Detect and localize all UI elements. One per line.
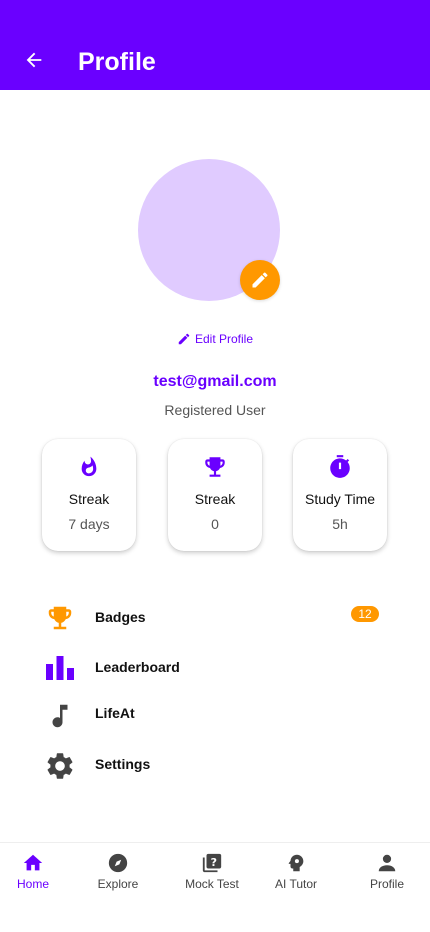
menu-label: Badges [95,609,146,625]
nav-item-home[interactable]: Home [0,843,76,903]
menu-label: Settings [95,756,151,772]
avatar-edit-button[interactable] [240,260,280,300]
nav-item-explore[interactable]: Explore [75,843,161,903]
nav-item-mock-test[interactable]: ? Mock Test [169,843,255,903]
nav-item-ai-tutor[interactable]: AI Tutor [253,843,339,903]
gear-icon [47,753,73,779]
nav-item-profile[interactable]: Profile [344,843,430,903]
nav-label: Mock Test [185,877,239,891]
nav-label: Profile [369,877,404,891]
menu-item-badges[interactable]: Badges 12 [40,598,390,638]
person-icon [378,854,396,872]
trophy-icon [205,457,225,477]
timer-icon [330,455,350,478]
stat-label: Streak [194,491,236,507]
pencil-icon [252,272,268,288]
stat-card-trophies: Streak 0 [168,439,262,551]
home-icon [23,854,43,871]
nav-label: Explore [97,877,139,891]
stat-label: Study Time [304,491,376,507]
stat-value: 0 [211,516,219,532]
stat-value: 7 days [68,516,110,532]
stat-card-streak: Streak 7 days [42,439,136,551]
edit-profile-label: Edit Profile [194,332,254,346]
stat-card-study-time: Study Time 5h [293,439,387,551]
compass-icon [108,853,128,873]
flame-icon [81,456,97,477]
badge-count: 12 [351,606,379,622]
nav-label: Home [16,877,49,891]
page-title: Profile [78,48,156,76]
menu-item-lifeat[interactable]: LifeAt [40,694,390,734]
stat-label: Streak [68,491,110,507]
music-note-icon [52,704,68,728]
bottom-navigation: Home Explore ? Mock Test AI Tutor Profil… [0,842,430,932]
pencil-icon [178,333,190,345]
trophy-icon [48,606,72,630]
svg-text:?: ? [211,856,217,869]
user-role: Registered User [164,402,266,418]
back-button[interactable] [18,44,50,76]
stat-value: 5h [332,516,348,532]
profile-screen: Profile Edit Profile test@gmail.com Regi… [0,0,430,932]
menu-label: Leaderboard [95,659,180,675]
app-bar: Profile [0,0,430,90]
menu-label: LifeAt [95,705,135,721]
quiz-icon: ? [202,853,222,873]
nav-label: AI Tutor [274,877,318,891]
menu-item-settings[interactable]: Settings [40,745,390,785]
brain-head-icon [288,854,304,872]
edit-profile-link[interactable]: Edit Profile [0,332,430,346]
user-email: test@gmail.com [153,373,277,390]
bar-chart-icon [46,656,74,680]
menu-item-leaderboard[interactable]: Leaderboard [40,648,390,688]
arrow-left-icon [26,52,42,68]
